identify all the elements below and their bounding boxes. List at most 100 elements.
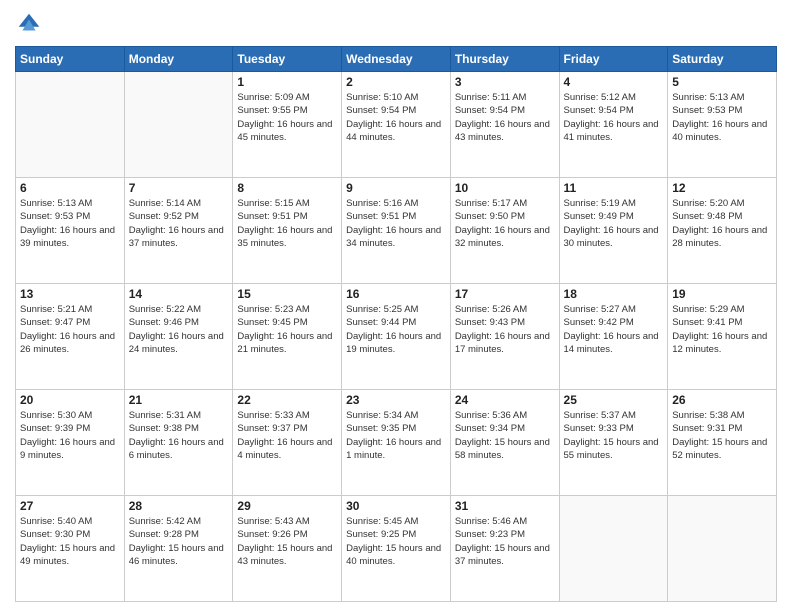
calendar-header-tuesday: Tuesday: [233, 47, 342, 72]
calendar-cell: 1 Sunrise: 5:09 AM Sunset: 9:55 PM Daylig…: [233, 72, 342, 178]
day-info: Sunrise: 5:12 AM Sunset: 9:54 PM Dayligh…: [564, 91, 664, 144]
day-number: 14: [129, 287, 229, 301]
calendar-header-monday: Monday: [124, 47, 233, 72]
day-number: 29: [237, 499, 337, 513]
calendar-cell: 19Sunrise: 5:29 AM Sunset: 9:41 PM Dayli…: [668, 284, 777, 390]
calendar-header-thursday: Thursday: [450, 47, 559, 72]
calendar-week-0: 1 Sunrise: 5:09 AM Sunset: 9:55 PM Daylig…: [16, 72, 777, 178]
calendar-cell: 22 Sunrise: 5:33 AM Sunset: 9:37 PM Dayli…: [233, 390, 342, 496]
calendar-cell: 24 Sunrise: 5:36 AM Sunset: 9:34 PM Dayli…: [450, 390, 559, 496]
calendar-cell: 13 Sunrise: 5:21 AM Sunset: 9:47 PM Dayli…: [16, 284, 125, 390]
calendar-cell: 18 Sunrise: 5:27 AM Sunset: 9:42 PM Dayli…: [559, 284, 668, 390]
calendar-cell: 28Sunrise: 5:42 AM Sunset: 9:28 PM Dayli…: [124, 496, 233, 602]
calendar-week-4: 27Sunrise: 5:40 AM Sunset: 9:30 PM Dayli…: [16, 496, 777, 602]
day-number: 8: [237, 181, 337, 195]
calendar-cell: 11 Sunrise: 5:19 AM Sunset: 9:49 PM Dayli…: [559, 178, 668, 284]
day-info: Sunrise: 5:16 AM Sunset: 9:51 PM Dayligh…: [346, 197, 446, 250]
day-info: Sunrise: 5:27 AM Sunset: 9:42 PM Dayligh…: [564, 303, 664, 356]
day-info: Sunrise: 5:40 AM Sunset: 9:30 PM Dayligh…: [20, 515, 120, 568]
day-number: 4: [564, 75, 664, 89]
day-info: Sunrise: 5:13 AM Sunset: 9:53 PM Dayligh…: [20, 197, 120, 250]
calendar-cell: 31 Sunrise: 5:46 AM Sunset: 9:23 PM Dayli…: [450, 496, 559, 602]
calendar-cell: 20 Sunrise: 5:30 AM Sunset: 9:39 PM Dayli…: [16, 390, 125, 496]
day-info: Sunrise: 5:46 AM Sunset: 9:23 PM Dayligh…: [455, 515, 555, 568]
day-info: Sunrise: 5:37 AM Sunset: 9:33 PM Dayligh…: [564, 409, 664, 462]
calendar-cell: 23 Sunrise: 5:34 AM Sunset: 9:35 PM Dayli…: [342, 390, 451, 496]
header: [15, 10, 777, 38]
day-number: 21: [129, 393, 229, 407]
day-number: 17: [455, 287, 555, 301]
day-number: 7: [129, 181, 229, 195]
day-number: 26: [672, 393, 772, 407]
day-info: Sunrise: 5:15 AM Sunset: 9:51 PM Dayligh…: [237, 197, 337, 250]
calendar-header-sunday: Sunday: [16, 47, 125, 72]
calendar-cell: [559, 496, 668, 602]
day-number: 23: [346, 393, 446, 407]
calendar-cell: 7 Sunrise: 5:14 AM Sunset: 9:52 PM Daylig…: [124, 178, 233, 284]
day-number: 2: [346, 75, 446, 89]
day-info: Sunrise: 5:09 AM Sunset: 9:55 PM Dayligh…: [237, 91, 337, 144]
calendar-cell: 5 Sunrise: 5:13 AM Sunset: 9:53 PM Daylig…: [668, 72, 777, 178]
day-info: Sunrise: 5:21 AM Sunset: 9:47 PM Dayligh…: [20, 303, 120, 356]
day-info: Sunrise: 5:30 AM Sunset: 9:39 PM Dayligh…: [20, 409, 120, 462]
calendar-cell: [124, 72, 233, 178]
day-info: Sunrise: 5:43 AM Sunset: 9:26 PM Dayligh…: [237, 515, 337, 568]
calendar-cell: 17Sunrise: 5:26 AM Sunset: 9:43 PM Dayli…: [450, 284, 559, 390]
calendar-table: SundayMondayTuesdayWednesdayThursdayFrid…: [15, 46, 777, 602]
calendar-cell: 10Sunrise: 5:17 AM Sunset: 9:50 PM Dayli…: [450, 178, 559, 284]
calendar-cell: 14Sunrise: 5:22 AM Sunset: 9:46 PM Dayli…: [124, 284, 233, 390]
page: SundayMondayTuesdayWednesdayThursdayFrid…: [0, 0, 792, 612]
day-info: Sunrise: 5:42 AM Sunset: 9:28 PM Dayligh…: [129, 515, 229, 568]
calendar-cell: 21 Sunrise: 5:31 AM Sunset: 9:38 PM Dayli…: [124, 390, 233, 496]
calendar-cell: 16 Sunrise: 5:25 AM Sunset: 9:44 PM Dayli…: [342, 284, 451, 390]
day-info: Sunrise: 5:13 AM Sunset: 9:53 PM Dayligh…: [672, 91, 772, 144]
day-number: 6: [20, 181, 120, 195]
day-number: 11: [564, 181, 664, 195]
day-info: Sunrise: 5:38 AM Sunset: 9:31 PM Dayligh…: [672, 409, 772, 462]
day-info: Sunrise: 5:19 AM Sunset: 9:49 PM Dayligh…: [564, 197, 664, 250]
day-number: 24: [455, 393, 555, 407]
day-number: 18: [564, 287, 664, 301]
calendar-week-3: 20 Sunrise: 5:30 AM Sunset: 9:39 PM Dayli…: [16, 390, 777, 496]
day-info: Sunrise: 5:34 AM Sunset: 9:35 PM Dayligh…: [346, 409, 446, 462]
calendar-cell: 4 Sunrise: 5:12 AM Sunset: 9:54 PM Daylig…: [559, 72, 668, 178]
day-info: Sunrise: 5:10 AM Sunset: 9:54 PM Dayligh…: [346, 91, 446, 144]
calendar-cell: 27Sunrise: 5:40 AM Sunset: 9:30 PM Dayli…: [16, 496, 125, 602]
day-number: 19: [672, 287, 772, 301]
calendar-cell: 12Sunrise: 5:20 AM Sunset: 9:48 PM Dayli…: [668, 178, 777, 284]
day-info: Sunrise: 5:45 AM Sunset: 9:25 PM Dayligh…: [346, 515, 446, 568]
calendar-cell: 9Sunrise: 5:16 AM Sunset: 9:51 PM Daylig…: [342, 178, 451, 284]
calendar-week-2: 13 Sunrise: 5:21 AM Sunset: 9:47 PM Dayli…: [16, 284, 777, 390]
day-info: Sunrise: 5:14 AM Sunset: 9:52 PM Dayligh…: [129, 197, 229, 250]
calendar-cell: 29 Sunrise: 5:43 AM Sunset: 9:26 PM Dayli…: [233, 496, 342, 602]
calendar-cell: 30 Sunrise: 5:45 AM Sunset: 9:25 PM Dayli…: [342, 496, 451, 602]
calendar-header-friday: Friday: [559, 47, 668, 72]
day-number: 31: [455, 499, 555, 513]
day-number: 5: [672, 75, 772, 89]
calendar-cell: [16, 72, 125, 178]
day-number: 12: [672, 181, 772, 195]
day-number: 10: [455, 181, 555, 195]
day-number: 16: [346, 287, 446, 301]
calendar-cell: 26 Sunrise: 5:38 AM Sunset: 9:31 PM Dayli…: [668, 390, 777, 496]
day-info: Sunrise: 5:25 AM Sunset: 9:44 PM Dayligh…: [346, 303, 446, 356]
calendar-header-wednesday: Wednesday: [342, 47, 451, 72]
day-info: Sunrise: 5:33 AM Sunset: 9:37 PM Dayligh…: [237, 409, 337, 462]
calendar-header-saturday: Saturday: [668, 47, 777, 72]
logo: [15, 10, 47, 38]
day-number: 15: [237, 287, 337, 301]
day-info: Sunrise: 5:31 AM Sunset: 9:38 PM Dayligh…: [129, 409, 229, 462]
day-info: Sunrise: 5:36 AM Sunset: 9:34 PM Dayligh…: [455, 409, 555, 462]
day-number: 30: [346, 499, 446, 513]
day-number: 1: [237, 75, 337, 89]
day-number: 20: [20, 393, 120, 407]
calendar-week-1: 6 Sunrise: 5:13 AM Sunset: 9:53 PM Daylig…: [16, 178, 777, 284]
calendar-cell: 8 Sunrise: 5:15 AM Sunset: 9:51 PM Daylig…: [233, 178, 342, 284]
calendar-cell: 2 Sunrise: 5:10 AM Sunset: 9:54 PM Daylig…: [342, 72, 451, 178]
calendar-cell: 3Sunrise: 5:11 AM Sunset: 9:54 PM Daylig…: [450, 72, 559, 178]
day-number: 3: [455, 75, 555, 89]
calendar-cell: [668, 496, 777, 602]
day-number: 13: [20, 287, 120, 301]
day-info: Sunrise: 5:23 AM Sunset: 9:45 PM Dayligh…: [237, 303, 337, 356]
day-number: 22: [237, 393, 337, 407]
